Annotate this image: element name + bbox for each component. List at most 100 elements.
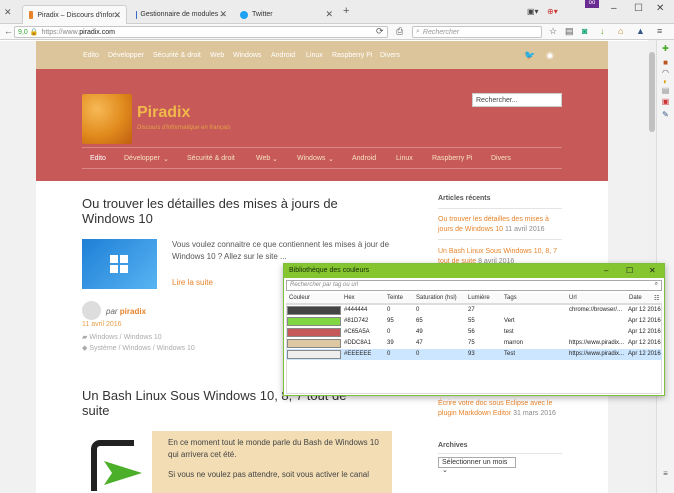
list-icon[interactable]: ▤ [661,87,670,95]
top-nav-item[interactable]: Android [271,52,295,59]
close-window-icon[interactable]: ✕ [656,3,664,14]
twitter-icon[interactable]: 🐦 [524,50,535,61]
maximize-icon[interactable]: ☐ [634,3,643,14]
main-nav-item[interactable]: Web [256,155,270,162]
color-swatch [287,350,341,359]
tab-piradix[interactable]: Piradix – Discours d'infor... ✕ [22,5,127,24]
recent-post-link[interactable]: Écrire votre doc sous Eclipse avec le pl… [438,399,562,419]
menu-icon[interactable]: ≡ [661,470,670,478]
main-nav-item[interactable]: Développer [124,155,160,162]
recent-post-link[interactable]: Ou trouver les détailles des mises à jou… [438,215,562,235]
divider [438,453,562,454]
top-nav-item[interactable]: Sécurité & droit [153,52,201,59]
table-row-selected[interactable]: #EEEEEE 0 0 93 Test https://www.piradix.… [286,349,662,360]
top-nav-item[interactable]: Web [210,52,224,59]
column-header[interactable]: Date [629,295,642,301]
main-nav-item[interactable]: Sécurité & droit [187,155,235,162]
tab-addons[interactable]: Gestionnaire de modules ... ✕ [130,5,232,24]
site-search-input[interactable]: Rechercher... [472,93,562,107]
color-search-input[interactable]: Rechercher par tag ou url ⌕ [286,280,662,291]
column-header[interactable]: Teinte [387,295,403,301]
post-excerpt: Si vous ne voulez pas attendre, soit vou… [168,470,369,479]
minimize-icon[interactable]: – [611,3,617,14]
twitter-icon [240,10,248,19]
scroll-thumb[interactable] [649,52,655,132]
menu-icon[interactable]: ≡ [657,26,662,36]
rss-icon[interactable]: ◉ [546,50,554,61]
color-swatch [287,317,341,326]
download-icon[interactable]: ↓ [600,26,605,36]
top-nav: Edito Développer Sécurité & droit Web Wi… [36,41,608,69]
reload-icon[interactable]: ⟳ [376,26,384,37]
column-header[interactable]: Lumière [468,295,490,301]
palette-icon[interactable]: ◐ [661,78,670,86]
maximize-icon[interactable]: ☐ [626,266,633,275]
post-title[interactable]: Ou trouver les détailles des mises à jou… [82,196,372,226]
site-header: Piradix Discours d'informatique en franç… [36,69,608,181]
site-logo[interactable] [82,94,132,144]
square-icon[interactable]: ■ [661,59,670,67]
top-nav-item[interactable]: Edito [83,52,99,59]
archives-select[interactable]: Sélectionner un mois ⌄ [438,457,516,474]
close-window-icon[interactable]: ✕ [649,266,656,275]
close-tab-icon[interactable]: ✕ [113,10,121,21]
top-nav-item[interactable]: Linux [306,52,323,59]
top-nav-item[interactable]: Développer [108,52,144,59]
main-nav-item[interactable]: Divers [491,155,511,162]
close-icon[interactable]: ✕ [4,7,12,18]
back-icon[interactable]: ← [4,26,13,36]
column-header[interactable]: Saturation (hsl) [416,295,457,301]
main-nav-item[interactable]: Android [352,155,376,162]
main-nav-item[interactable]: Windows [297,155,325,162]
site-title[interactable]: Piradix [137,104,190,122]
close-tab-icon[interactable]: ✕ [219,9,227,20]
note-icon[interactable]: ▣ [661,98,670,106]
tab-bar: ✕ Piradix – Discours d'infor... ✕ Gestio… [0,0,674,24]
minimize-icon[interactable]: – [604,266,608,275]
main-nav-item[interactable]: Raspberry Pi [432,155,472,162]
color-swatch [287,328,341,337]
print-icon[interactable]: ⎙ [396,26,403,37]
zoom-indicator[interactable]: 9,0 [18,29,28,36]
tab-twitter[interactable]: Twitter ✕ [234,5,338,24]
column-settings-icon[interactable]: ☷ [654,295,659,302]
bookmark-star-icon[interactable]: ☆ [549,26,557,37]
read-more-link[interactable]: Lire la suite [172,278,213,287]
table-row[interactable]: #81D742 95 65 55 Vert Apr 12 2016 [286,316,662,327]
close-tab-icon[interactable]: ✕ [325,9,333,20]
tab-list-icon[interactable]: ▣▾ [527,7,539,16]
addon-toolbar-icon[interactable]: ▲ [636,26,645,36]
search-input[interactable]: ⌕ Rechercher [412,26,542,38]
color-swatch [287,306,341,315]
pocket-icon[interactable]: ◙ [582,26,587,36]
terminal-icon [91,440,142,491]
sidebar-heading: Articles récents [438,195,491,202]
column-header[interactable]: Tags [504,295,517,301]
post-thumbnail[interactable] [82,431,147,493]
column-header[interactable]: Hex [344,295,355,301]
top-nav-item[interactable]: Raspberry Pi [332,52,372,59]
column-header[interactable]: Url [569,295,577,301]
window-titlebar[interactable]: Bibliothèque des couleurs – ☐ ✕ [284,264,664,278]
post-date[interactable]: 11 avril 2016 [82,321,122,328]
divider [438,239,562,240]
table-row[interactable]: #C65A5A 0 49 56 test Apr 12 2016 [286,327,662,338]
column-header[interactable]: Couleur [289,295,310,301]
new-tab-button[interactable]: + [343,5,349,17]
wrench-icon[interactable]: ✎ [661,111,670,119]
author-link[interactable]: piradix [120,307,146,316]
main-nav-item[interactable]: Edito [90,155,106,162]
home-icon[interactable]: ⌂ [618,26,623,36]
top-nav-item[interactable]: Divers [380,52,400,59]
post-tags: ◆ Système / Windows / Windows 10 [82,345,195,352]
table-row[interactable]: #444444 0 0 27 chrome://browser/... Apr … [286,305,662,316]
eye-icon[interactable]: ◠ [661,69,670,77]
addon-icon[interactable]: ⊕▾ [547,7,558,16]
main-nav-item[interactable]: Linux [396,155,413,162]
top-nav-item[interactable]: Windows [233,52,261,59]
post-thumbnail[interactable] [82,239,157,289]
table-row[interactable]: #DDC8A1 39 47 75 marron https://www.pira… [286,338,662,349]
url-bar[interactable]: 9,0 🔒 https://www. piradix.com [14,26,388,38]
puzzle-icon[interactable]: ✚ [661,45,670,53]
reading-list-icon[interactable]: ▤ [565,26,574,37]
